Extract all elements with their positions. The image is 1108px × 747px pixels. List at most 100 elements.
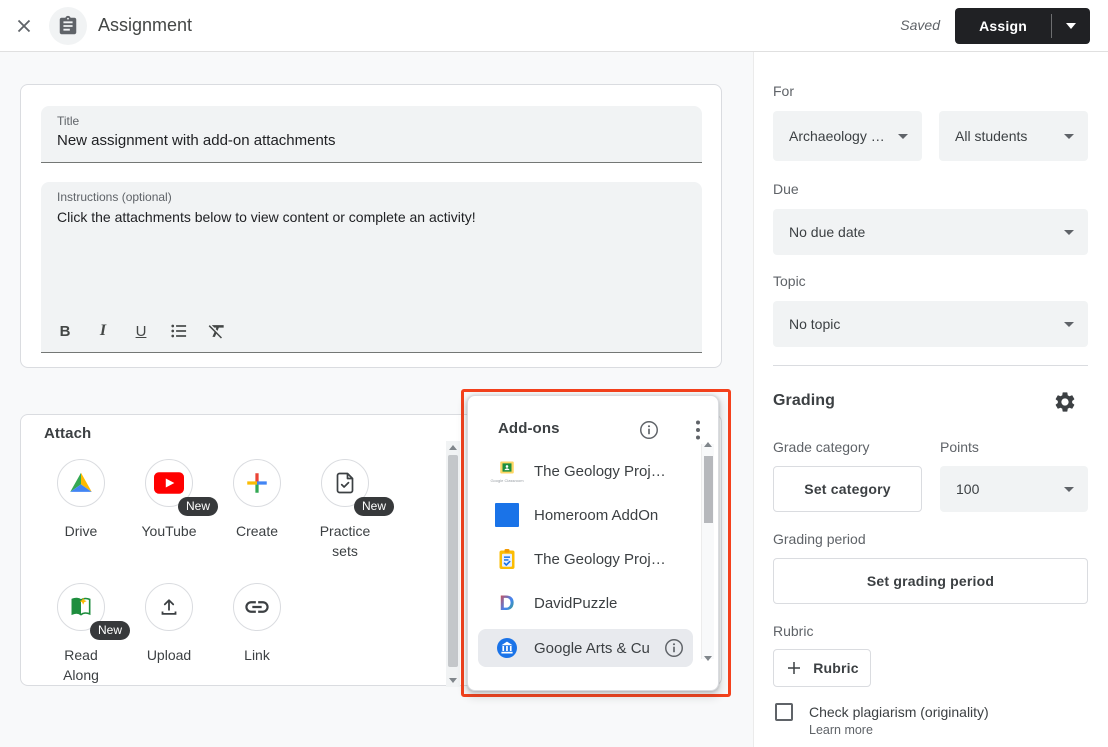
- new-badge: New: [354, 497, 394, 516]
- addon-item-label: DavidPuzzle: [534, 595, 694, 612]
- upload-icon: [145, 583, 193, 631]
- svg-text:D: D: [499, 592, 514, 615]
- addon-item-label: The Geology Proj…: [534, 551, 694, 568]
- addon-item-label: Google Arts & Cu: [534, 640, 663, 657]
- chevron-down-icon: [1064, 487, 1074, 492]
- chevron-down-icon: [898, 134, 908, 139]
- addons-heading: Add-ons: [498, 420, 560, 437]
- chevron-down-icon: [1064, 134, 1074, 139]
- title-label: Title: [57, 114, 79, 128]
- points-dropdown[interactable]: 100: [940, 466, 1088, 512]
- saved-status: Saved: [900, 17, 940, 33]
- divider: [773, 365, 1088, 366]
- addon-item[interactable]: Google Classroom The Geology Proj…: [478, 449, 694, 493]
- addon-item[interactable]: Homeroom AddOn: [478, 493, 694, 537]
- due-date-value: No due date: [789, 224, 1058, 240]
- clear-formatting-icon[interactable]: [205, 318, 229, 344]
- attach-item-label: YouTube: [134, 521, 204, 541]
- formatting-toolbar: B I U: [53, 314, 229, 348]
- page-title: Assignment: [98, 15, 192, 36]
- scroll-up-icon[interactable]: [704, 442, 712, 447]
- gear-icon[interactable]: [1053, 390, 1077, 414]
- topic-label: Topic: [773, 273, 806, 289]
- due-label: Due: [773, 181, 799, 197]
- italic-icon[interactable]: I: [91, 318, 115, 344]
- title-value: New assignment with add-on attachments: [57, 132, 335, 149]
- attach-youtube-button[interactable]: New YouTube: [125, 459, 213, 541]
- clipboard-addon-icon: [494, 547, 520, 571]
- class-dropdown-value: Archaeology …: [789, 128, 892, 144]
- new-badge: New: [178, 497, 218, 516]
- arts-culture-addon-icon: [494, 636, 520, 660]
- chevron-down-icon: [1064, 230, 1074, 235]
- top-bar: Assignment Saved Assign: [0, 0, 1108, 52]
- rubric-button-label: Rubric: [813, 660, 859, 676]
- learn-more-link[interactable]: Learn more: [809, 723, 873, 737]
- addon-item-hovered[interactable]: Google Arts & Cu: [478, 629, 693, 667]
- topic-value: No topic: [789, 316, 1058, 332]
- scroll-down-icon[interactable]: [704, 656, 712, 661]
- attach-upload-button[interactable]: Upload: [125, 583, 213, 665]
- add-rubric-button[interactable]: Rubric: [773, 649, 871, 687]
- attach-heading: Attach: [44, 425, 91, 442]
- attach-drive-button[interactable]: Drive: [37, 459, 125, 541]
- davidpuzzle-addon-icon: D: [494, 591, 520, 615]
- addons-popup: Add-ons Google Classroom The Geology Pro…: [467, 395, 719, 691]
- addon-item-label: The Geology Proj…: [534, 463, 694, 480]
- plagiarism-label: Check plagiarism (originality): [809, 704, 989, 720]
- title-input[interactable]: Title New assignment with add-on attachm…: [41, 106, 702, 163]
- addons-scrollbar[interactable]: [701, 444, 714, 659]
- due-date-dropdown[interactable]: No due date: [773, 209, 1088, 255]
- class-dropdown[interactable]: Archaeology …: [773, 111, 922, 161]
- scrollbar-thumb[interactable]: [448, 455, 458, 667]
- scroll-down-icon[interactable]: [449, 678, 457, 683]
- grading-period-label: Grading period: [773, 531, 866, 547]
- addon-item[interactable]: The Geology Proj…: [478, 537, 694, 581]
- bold-icon[interactable]: B: [53, 318, 77, 344]
- assign-button[interactable]: Assign: [955, 8, 1051, 44]
- assign-dropdown-button[interactable]: [1052, 8, 1090, 44]
- bulleted-list-icon[interactable]: [167, 318, 191, 344]
- topic-dropdown[interactable]: No topic: [773, 301, 1088, 347]
- attach-link-button[interactable]: Link: [213, 583, 301, 665]
- chevron-down-icon: [1064, 322, 1074, 327]
- classroom-addon-icon: Google Classroom: [494, 460, 520, 483]
- attach-create-button[interactable]: Create: [213, 459, 301, 541]
- attach-read-along-button[interactable]: New Read Along: [37, 583, 125, 685]
- chevron-down-icon: [1066, 23, 1076, 29]
- attach-practice-sets-button[interactable]: New Practice sets: [301, 459, 389, 561]
- instructions-label: Instructions (optional): [57, 190, 172, 204]
- points-value: 100: [956, 481, 1058, 497]
- drive-icon: [57, 459, 105, 507]
- new-badge: New: [90, 621, 130, 640]
- set-category-button[interactable]: Set category: [773, 466, 922, 512]
- info-icon[interactable]: [663, 637, 685, 659]
- set-grading-period-button[interactable]: Set grading period: [773, 558, 1088, 604]
- attach-item-label: Link: [222, 645, 292, 665]
- points-label: Points: [940, 439, 979, 455]
- underline-icon[interactable]: U: [129, 318, 153, 344]
- close-icon[interactable]: [13, 15, 35, 37]
- plagiarism-checkbox[interactable]: [775, 703, 793, 721]
- attach-item-label: Read Along: [46, 645, 116, 685]
- students-dropdown[interactable]: All students: [939, 111, 1088, 161]
- attach-item-label: Create: [222, 521, 292, 541]
- link-icon: [233, 583, 281, 631]
- assignment-editor: Assignment Saved Assign Title New assign…: [0, 0, 1108, 747]
- attach-item-label: Upload: [134, 645, 204, 665]
- instructions-value: Click the attachments below to view cont…: [57, 209, 476, 225]
- attach-item-label: Practice sets: [310, 521, 380, 561]
- plus-icon: [785, 659, 803, 677]
- rubric-label: Rubric: [773, 623, 813, 639]
- scrollbar-thumb[interactable]: [704, 456, 713, 523]
- scroll-up-icon[interactable]: [449, 445, 457, 450]
- info-icon[interactable]: [638, 419, 660, 441]
- for-label: For: [773, 83, 794, 99]
- attach-scrollbar[interactable]: [446, 441, 460, 687]
- instructions-input[interactable]: Instructions (optional) Click the attach…: [41, 182, 702, 353]
- addon-item-label: Homeroom AddOn: [534, 507, 694, 524]
- addon-item[interactable]: D DavidPuzzle: [478, 581, 694, 625]
- more-options-icon[interactable]: [692, 419, 704, 441]
- students-dropdown-value: All students: [955, 128, 1058, 144]
- grade-category-label: Grade category: [773, 439, 870, 455]
